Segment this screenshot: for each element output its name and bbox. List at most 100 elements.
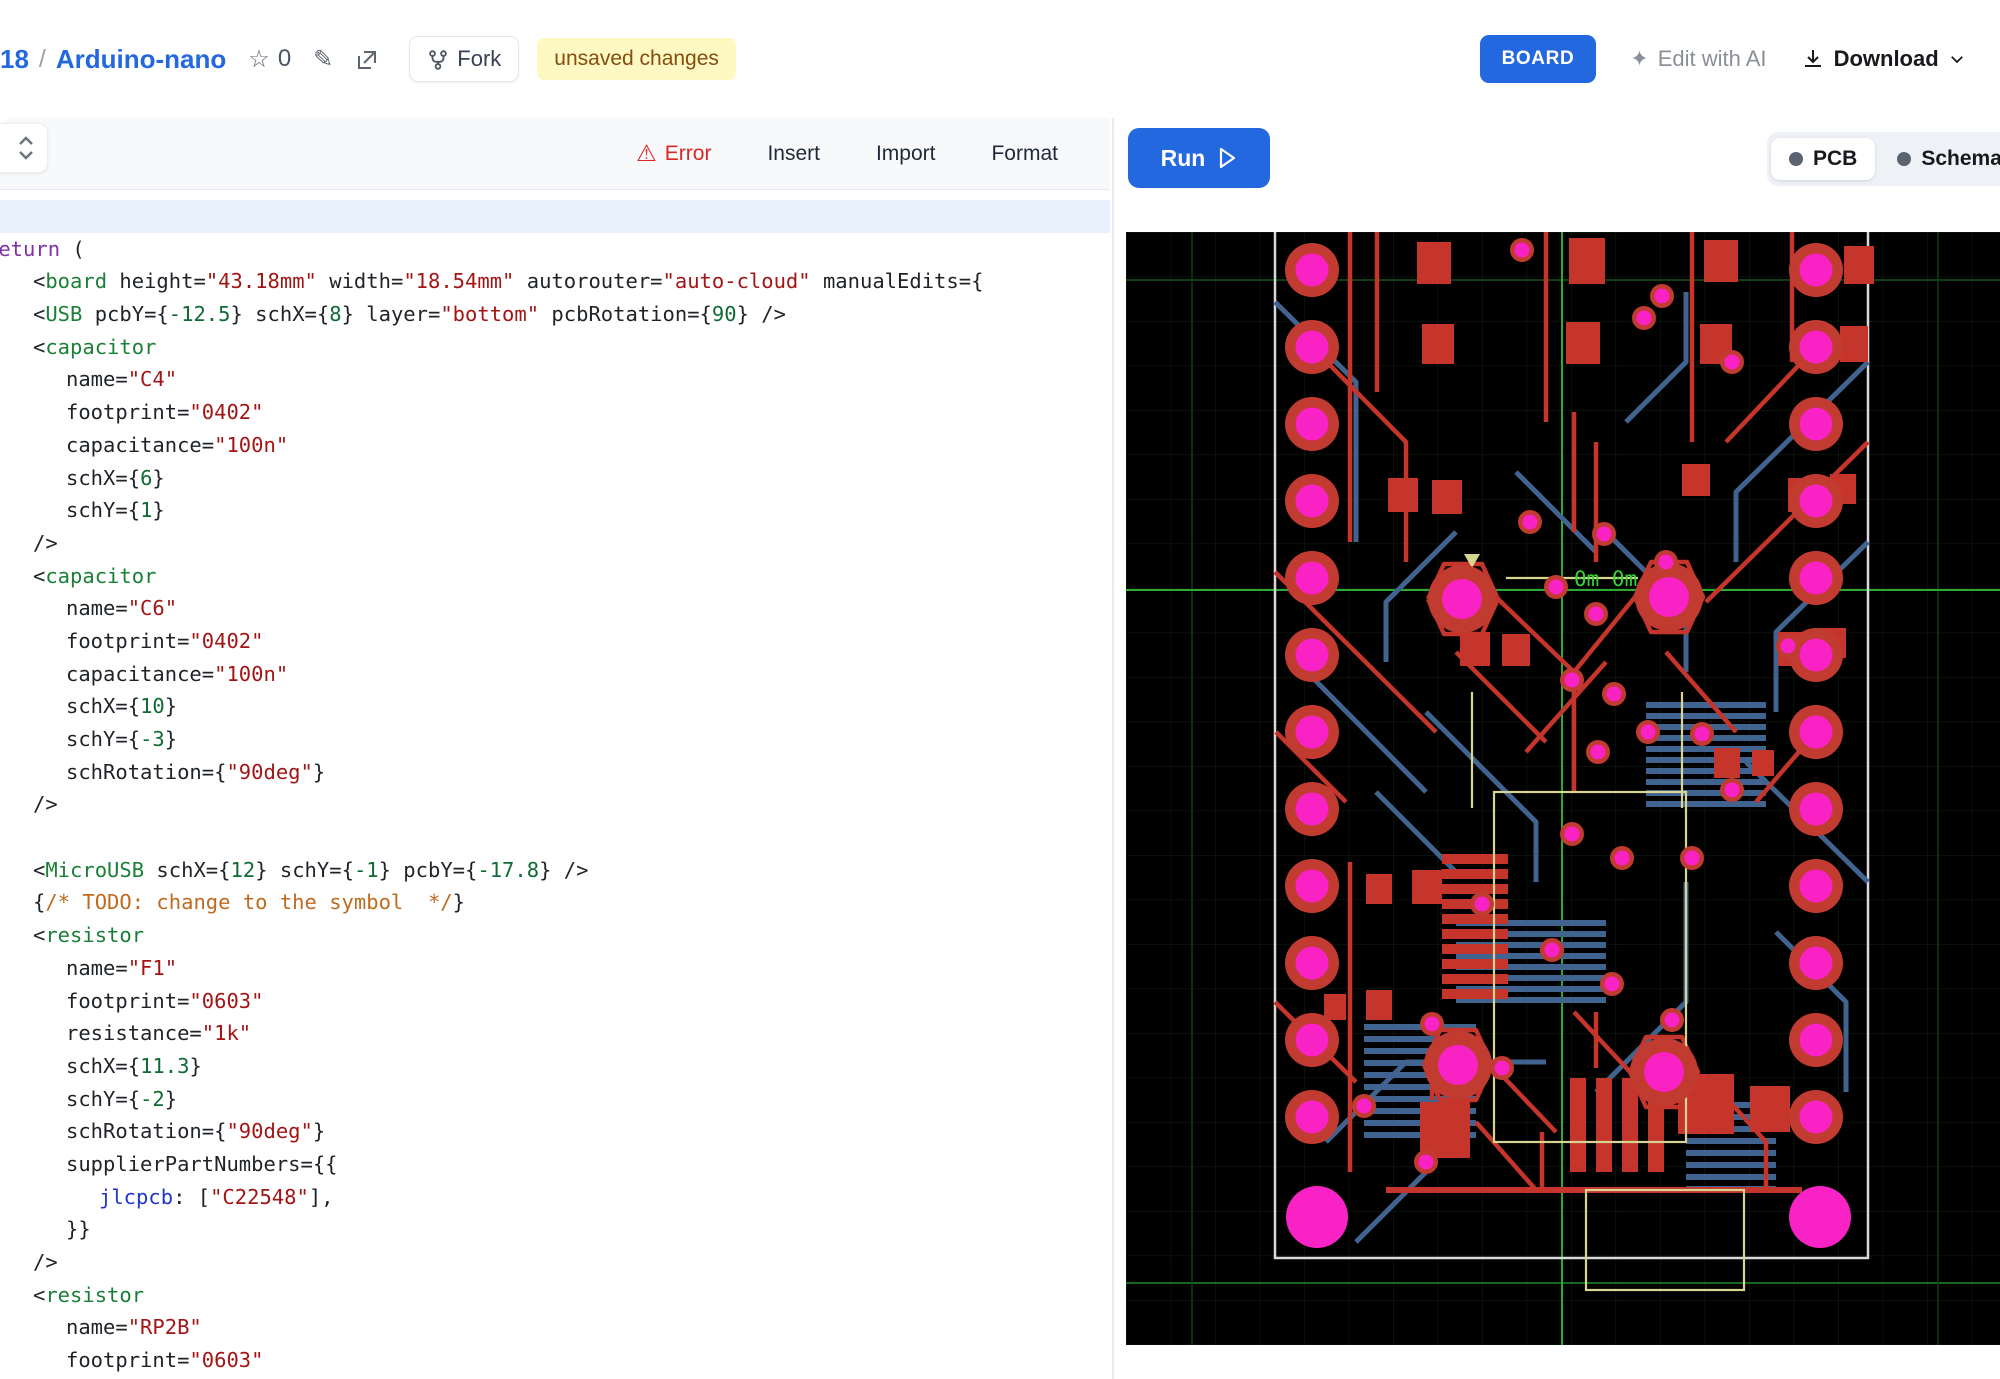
preview-pane: Run PCB Schematic [1112,118,2000,1379]
code-line: supplierPartNumbers={{ [0,1148,1110,1181]
code-line: schRotation={"90deg"} [0,1115,1110,1148]
through-hole-pad-core [1800,1101,1833,1134]
trace-bar [1686,1162,1776,1168]
trace-bar [1442,974,1508,984]
run-label: Run [1161,145,1206,172]
via-core [1605,977,1620,992]
through-hole-pad-core [1296,331,1329,364]
code-line: footprint="0603" [0,1344,1110,1377]
top-bar: 18 / Arduino-nano ☆ 0 ✎ Fork unsaved cha… [0,0,2000,118]
pcb-canvas[interactable]: 0m 0m [1126,232,2000,1345]
file-select-button[interactable] [0,123,48,173]
via-core [1591,745,1606,760]
trace-bar [1622,1078,1638,1172]
error-label: Error [665,142,712,166]
edit-with-ai-label: Edit with AI [1658,46,1767,72]
edit-with-ai-button[interactable]: ✦ Edit with AI [1630,46,1766,72]
run-button[interactable]: Run [1128,128,1270,188]
through-hole-pad-core [1296,1101,1329,1134]
code-line: capacitance="100n" [0,429,1110,462]
via-core [1565,827,1580,842]
via-core [1725,783,1740,798]
through-hole-pad-core [1800,639,1833,672]
trace-bar [1442,929,1508,939]
trace-bar [1646,746,1766,752]
tab-schematic-label: Schematic [1921,147,2000,171]
through-hole-pad-core [1296,408,1329,441]
star-icon[interactable]: ☆ [248,45,270,74]
trace-bar [1646,702,1766,708]
via-core [1685,851,1700,866]
code-line: return ( [0,233,1110,266]
star-count: 0 [278,45,291,73]
via-core [1419,1155,1434,1170]
error-button[interactable]: ⚠ Error [636,140,711,167]
via-core [1781,639,1796,654]
code-line: <MicroUSB schX={12} schY={-1} pcbY={-17.… [0,854,1110,887]
code-line: <resistor [0,1279,1110,1312]
trace-bar [1686,1150,1776,1156]
insert-button[interactable]: Insert [767,142,820,166]
code-line: footprint="0402" [0,396,1110,429]
via-core [1357,1099,1372,1114]
mount-hole [1286,1186,1348,1248]
code-line: <resistor [0,919,1110,952]
chevrons-up-down-icon [17,135,35,161]
pcb-origin-label: 0m 0m [1574,567,1637,591]
via-core [1545,943,1560,958]
code-line: }} [0,1213,1110,1246]
pcb-render: 0m 0m [1126,232,2000,1345]
tab-schematic[interactable]: Schematic [1879,138,2000,180]
code-line: schRotation={"90deg"} [0,756,1110,789]
via-core [1659,555,1674,570]
breadcrumb-project[interactable]: Arduino-nano [56,44,226,75]
code-line: name="RP2B" [0,1311,1110,1344]
large-via-core [1438,1045,1478,1085]
through-hole-pad-core [1800,254,1833,287]
large-via-core [1649,577,1689,617]
format-button[interactable]: Format [991,142,1058,166]
breadcrumb-user[interactable]: 18 [0,44,29,75]
board-button[interactable]: BOARD [1480,35,1597,83]
trace-bar [1646,768,1766,774]
via-core [1655,289,1670,304]
via-core [1637,311,1652,326]
via-core [1665,1013,1680,1028]
through-hole-pad-core [1800,331,1833,364]
trace-bar [1646,801,1766,807]
via-core [1597,527,1612,542]
play-icon [1217,147,1237,169]
through-hole-pad-core [1296,870,1329,903]
trace-bar [1442,944,1508,954]
open-external-icon[interactable] [355,45,379,73]
through-hole-pad-core [1296,1024,1329,1057]
through-hole-pad-core [1800,870,1833,903]
trace-bar [1686,1174,1776,1180]
schematic-dot-icon [1897,152,1911,166]
download-button[interactable]: Download [1801,46,1966,72]
code-line: <capacitor [0,560,1110,593]
trace-bar [1442,989,1508,999]
via-core [1607,687,1622,702]
trace-bar [1596,1078,1612,1172]
fork-label: Fork [457,46,501,72]
trace-bar [1646,713,1766,719]
through-hole-pad-core [1800,1024,1833,1057]
large-via-core [1442,579,1482,619]
trace-bar [1646,757,1766,763]
code-line: <USB pcbY={-12.5} schX={8} layer="bottom… [0,298,1110,331]
code-line: /> [0,788,1110,821]
tab-pcb[interactable]: PCB [1771,138,1875,180]
code-line: schX={10} [0,690,1110,723]
trace-bar [1442,854,1508,864]
via-core [1725,355,1740,370]
fork-button[interactable]: Fork [409,36,519,82]
edit-pencil-icon[interactable]: ✎ [313,45,333,74]
fork-icon [427,46,449,72]
code-line: schY={-3} [0,723,1110,756]
view-toggle: PCB Schematic [1767,132,2000,186]
code-line: name="C6" [0,592,1110,625]
code-editor-content[interactable]: return (<board height="43.18mm" width="1… [0,200,1110,1379]
top-bar-actions: BOARD ✦ Edit with AI Download Co [1480,0,2000,118]
import-button[interactable]: Import [876,142,936,166]
